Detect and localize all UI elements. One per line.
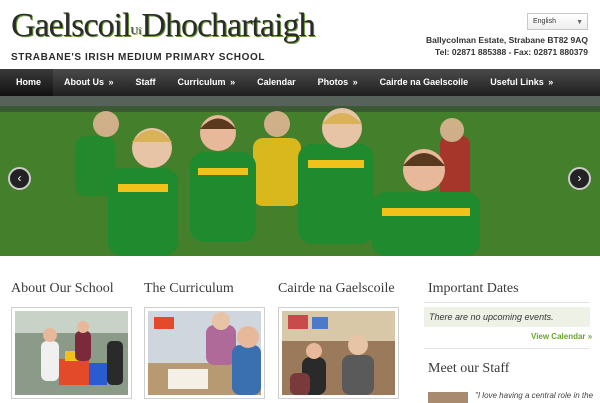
language-value: English (533, 18, 556, 25)
photo-about (15, 311, 128, 395)
divider (424, 302, 590, 303)
view-calendar-link[interactable]: View Calendar » (531, 332, 592, 341)
thumbnail-curriculum[interactable] (144, 307, 265, 399)
thumbnail-cairde[interactable] (278, 307, 399, 399)
address-text: Ballycolman Estate, Strabane BT82 9AQ (425, 35, 588, 45)
column-title-cairde[interactable]: Cairde na Gaelscoile (278, 281, 395, 297)
phone-text: Tel: 02871 885388 - Fax: 02871 880379 (435, 47, 588, 57)
logo-subtitle: STRABANE'S IRISH MEDIUM PRIMARY SCHOOL (11, 52, 266, 63)
divider (424, 348, 590, 349)
nav-label: Calendar (257, 77, 296, 87)
nav-label: Curriculum (177, 77, 226, 87)
logo-title-small: Uí (130, 25, 142, 37)
nav-item-staff[interactable]: Staff (125, 69, 167, 96)
dropdown-arrow-icon: » (230, 77, 236, 87)
nav-label: Home (16, 77, 42, 87)
nav-label: About Us (64, 77, 105, 87)
slider-next-button[interactable]: › (568, 167, 591, 190)
nav-item-about-us[interactable]: About Us » (53, 69, 125, 96)
meet-staff-title: Meet our Staff (428, 361, 510, 376)
nav-label: Useful Links (490, 77, 544, 87)
main-nav: Home About Us » Staff Curriculum » Calen… (0, 69, 600, 96)
logo-title-part1: Gaelscoil (11, 7, 131, 44)
staff-quote: "I love having a central role in the (475, 391, 594, 400)
slider-prev-button[interactable]: ‹ (8, 167, 31, 190)
dropdown-arrow-icon: » (108, 77, 114, 87)
nav-item-calendar[interactable]: Calendar (246, 69, 307, 96)
school-logo[interactable]: GaelscoilUíDhochartaigh STRABANE'S IRISH… (11, 7, 315, 64)
nav-item-cairde[interactable]: Cairde na Gaelscoile (369, 69, 480, 96)
site-header: GaelscoilUíDhochartaigh STRABANE'S IRISH… (0, 0, 600, 69)
column-title-curriculum[interactable]: The Curriculum (144, 281, 234, 297)
photo-cairde (282, 311, 395, 395)
staff-photo[interactable] (428, 392, 468, 403)
dropdown-arrow-icon: » (548, 77, 554, 87)
nav-item-home[interactable]: Home (0, 69, 54, 96)
nav-item-useful-links[interactable]: Useful Links » (479, 69, 564, 96)
contact-info: Ballycolman Estate, Strabane BT82 9AQ Te… (426, 34, 588, 58)
logo-title-part2: Dhochartaigh (141, 7, 315, 44)
language-select[interactable]: English ▼ (527, 13, 588, 30)
logo-title: GaelscoilUíDhochartaigh (11, 7, 315, 50)
column-title-about[interactable]: About Our School (11, 281, 114, 297)
hero-slider[interactable] (0, 96, 600, 256)
arrow-right-icon: › (577, 171, 582, 185)
nav-label: Cairde na Gaelscoile (379, 77, 469, 87)
dropdown-arrow-icon: » (352, 77, 358, 87)
no-events-message: There are no upcoming events. (424, 307, 590, 327)
chevron-down-icon: ▼ (576, 19, 583, 26)
photo-curriculum (148, 311, 261, 395)
important-dates-title: Important Dates (428, 281, 519, 296)
nav-item-photos[interactable]: Photos » (307, 69, 369, 96)
thumbnail-about[interactable] (11, 307, 132, 399)
nav-label: Staff (135, 77, 156, 87)
arrow-left-icon: ‹ (17, 171, 22, 185)
slide-photo-children (0, 96, 600, 256)
page: GaelscoilUíDhochartaigh STRABANE'S IRISH… (0, 0, 600, 403)
nav-item-curriculum[interactable]: Curriculum » (167, 69, 247, 96)
nav-label: Photos (317, 77, 349, 87)
